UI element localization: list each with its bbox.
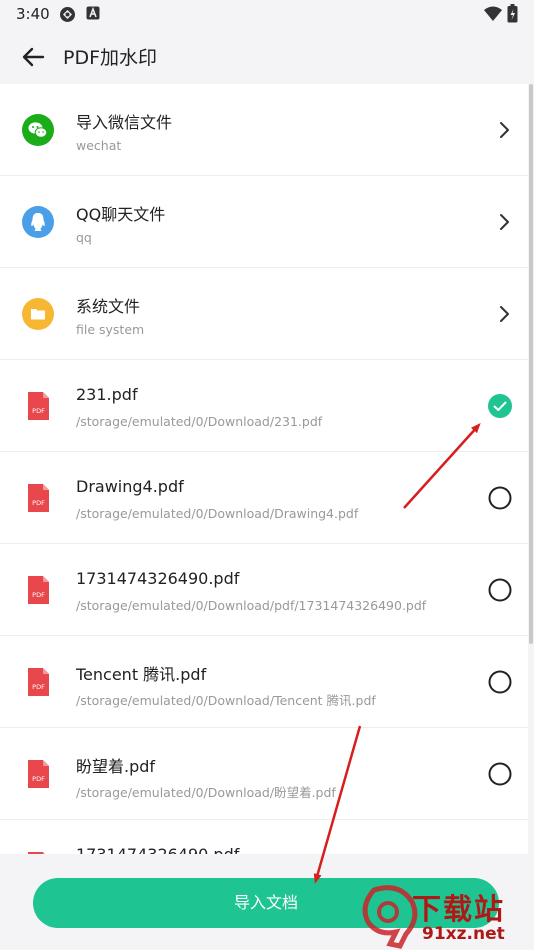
list-item-wechat[interactable]: 导入微信文件 wechat [0,84,528,176]
back-arrow-icon[interactable] [18,42,48,72]
pdf-icon-label: PDF [32,591,45,599]
list-item-subtitle: /storage/emulated/0/Download/Tencent 腾讯.… [76,693,376,708]
list-item-subtitle: /storage/emulated/0/Download/盼望着.pdf [76,785,336,800]
radio-unchecked-icon[interactable] [487,485,513,511]
file-list[interactable]: 导入微信文件 wechat QQ聊天文件 qq 系统文件 file system [0,84,528,854]
list-item-title: 231.pdf [76,385,138,404]
list-item-subtitle: /storage/emulated/0/Download/pdf/1731474… [76,598,427,613]
list-item-title: QQ聊天文件 [76,205,166,224]
chevron-right-icon [500,306,509,322]
list-item-title: 1731474326490.pdf [76,569,240,588]
watermark-brand: 下载站 [412,892,506,926]
list-item-pdf-file[interactable]: PDF 1731474326490.pdf /storage/emulated/… [0,544,528,636]
pdf-icon-label: PDF [32,775,45,783]
list-item-title: 导入微信文件 [76,113,173,132]
scrollbar[interactable] [529,84,533,644]
folder-icon [22,298,54,330]
page-title: PDF加水印 [63,47,158,69]
list-item-pdf-file[interactable]: PDF 231.pdf /storage/emulated/0/Download… [0,360,528,452]
wifi-icon [484,6,502,21]
list-item-file-system[interactable]: 系统文件 file system [0,268,528,360]
pdf-icon-label: PDF [32,499,45,507]
status-time: 3:40 [16,5,50,23]
pdf-file-icon: PDF [28,392,49,420]
list-item-title: Tencent 腾讯.pdf [76,665,207,684]
pdf-icon-label: PDF [32,683,45,691]
list-item-subtitle: /storage/emulated/0/Download/231.pdf [76,414,323,429]
app-bar: PDF加水印 [0,28,534,84]
pdf-icon-label: PDF [32,407,45,415]
wechat-icon [22,114,54,146]
pdf-file-icon: PDF [28,484,49,512]
radio-unchecked-icon[interactable] [487,761,513,787]
list-item-subtitle: qq [76,230,92,245]
pdf-file-icon: PDF [28,760,49,788]
pdf-file-icon: PDF [28,668,49,696]
radio-unchecked-icon[interactable] [487,669,513,695]
radio-checked-icon[interactable] [487,393,513,419]
list-item-pdf-file[interactable]: PDF 盼望着.pdf /storage/emulated/0/Download… [0,728,528,820]
list-item-title: 系统文件 [76,297,141,316]
chevron-right-icon [500,214,509,230]
list-item-subtitle: /storage/emulated/0/Download/Drawing4.pd… [76,506,359,521]
qq-icon [22,206,54,238]
list-item-pdf-file[interactable]: PDF Tencent 腾讯.pdf /storage/emulated/0/D… [0,636,528,728]
watermark-domain: 91xz.net [422,924,505,944]
list-item-pdf-file[interactable]: PDF 1731474326490.pdf [0,820,528,854]
list-item-subtitle: wechat [76,138,122,153]
list-item-qq[interactable]: QQ聊天文件 qq [0,176,528,268]
list-item-title: 1731474326490.pdf [76,845,239,854]
site-watermark-logo: 下载站 91xz.net [360,884,534,950]
list-item-title: Drawing4.pdf [76,477,184,496]
app-notification-icon [86,6,100,20]
list-item-subtitle: file system [76,322,145,337]
chevron-right-icon [500,122,509,138]
list-item-pdf-file[interactable]: PDF Drawing4.pdf /storage/emulated/0/Dow… [0,452,528,544]
pdf-file-icon: PDF [28,576,49,604]
sync-icon [60,7,75,22]
radio-unchecked-icon[interactable] [487,577,513,603]
battery-icon [507,4,518,23]
list-item-title: 盼望着.pdf [76,757,156,776]
status-bar: 3:40 [0,0,534,28]
